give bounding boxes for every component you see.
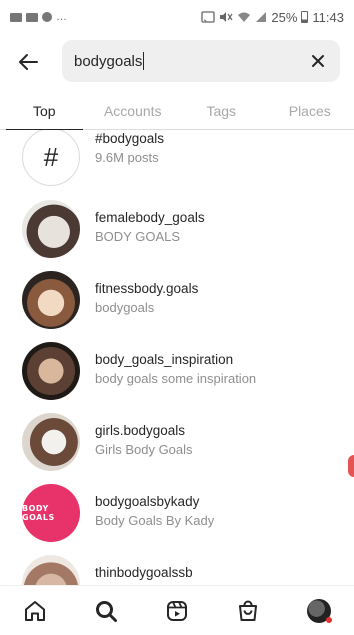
result-subtitle: 9.6M posts: [95, 150, 159, 165]
account-avatar: [22, 413, 80, 471]
search-results-list: # #bodygoals 9.6M posts femalebody_goals…: [0, 130, 354, 585]
result-row-account[interactable]: girls.bodygoals Girls Body Goals: [0, 407, 354, 477]
gallery-notification-icon: [10, 12, 22, 22]
status-left-icons: …: [10, 11, 67, 23]
nav-reels-button[interactable]: [157, 591, 197, 631]
tab-top[interactable]: Top: [0, 92, 89, 130]
more-notifications-icon: …: [56, 11, 67, 23]
reels-icon: [166, 600, 187, 621]
battery-icon: [301, 11, 309, 23]
result-subtitle: BODY GOALS: [95, 229, 181, 244]
clock: 11:43: [312, 9, 344, 25]
account-avatar: BODY GOALS: [22, 484, 80, 542]
nav-home-button[interactable]: [15, 591, 55, 631]
clear-search-button[interactable]: [302, 45, 334, 77]
result-title: thinbodygoalssb: [95, 565, 193, 580]
battery-percent: 25%: [271, 9, 298, 25]
home-icon: [25, 600, 46, 621]
result-title: #bodygoals: [95, 131, 165, 146]
search-input[interactable]: bodygoals: [62, 40, 340, 82]
floating-indicator[interactable]: [348, 455, 354, 477]
nav-shop-button[interactable]: [228, 591, 268, 631]
signal-icon: [255, 11, 267, 23]
account-avatar: [22, 271, 80, 329]
status-right-icons: 25% 11:43: [201, 10, 344, 25]
result-subtitle: bodygoals: [95, 300, 155, 315]
arrow-left-icon: [19, 54, 38, 70]
search-header: bodygoals: [0, 40, 354, 84]
result-title: fitnessbody.goals: [95, 281, 199, 296]
avatar-logo-text: BODY GOALS: [22, 504, 55, 522]
tab-tags[interactable]: Tags: [177, 92, 266, 129]
account-avatar: [22, 342, 80, 400]
account-avatar: [22, 555, 80, 585]
result-row-account[interactable]: BODY GOALS bodygoalsbykady Body Goals By…: [0, 478, 354, 548]
result-title: femalebody_goals: [95, 210, 205, 225]
result-row-account[interactable]: fitnessbody.goals bodygoals: [0, 265, 354, 335]
bottom-navigation: [0, 585, 354, 635]
result-row-account[interactable]: femalebody_goals BODY GOALS: [0, 194, 354, 264]
tab-accounts[interactable]: Accounts: [89, 92, 178, 129]
nav-search-button[interactable]: [86, 591, 126, 631]
result-subtitle: Girls Body Goals: [95, 442, 193, 457]
app-notification-icon: [42, 12, 52, 22]
close-icon: [312, 55, 324, 67]
video-notification-icon: [26, 12, 38, 22]
back-button[interactable]: [0, 40, 56, 84]
search-icon: [96, 600, 118, 622]
nav-profile-button[interactable]: [299, 591, 339, 631]
result-title: body_goals_inspiration: [95, 352, 234, 367]
text-cursor: [143, 52, 145, 70]
tab-places[interactable]: Places: [266, 92, 354, 129]
result-subtitle: body goals some inspiration: [95, 371, 257, 386]
wifi-icon: [237, 11, 251, 23]
account-avatar: [22, 200, 80, 258]
search-tabs: Top Accounts Tags Places: [0, 92, 354, 130]
result-title: girls.bodygoals: [95, 423, 186, 438]
profile-avatar: [306, 598, 332, 623]
hashtag-icon: #: [22, 130, 80, 186]
result-row-hashtag[interactable]: # #bodygoals 9.6M posts: [0, 130, 354, 192]
result-title: bodygoalsbykady: [95, 494, 200, 509]
result-row-account[interactable]: thinbodygoalssb: [0, 549, 354, 585]
status-bar: … 25% 11:43: [0, 0, 354, 34]
result-row-account[interactable]: body_goals_inspiration body goals some i…: [0, 336, 354, 406]
mute-icon: [219, 11, 233, 23]
shop-icon: [238, 600, 257, 621]
result-subtitle: Body Goals By Kady: [95, 513, 215, 528]
search-query[interactable]: bodygoals: [74, 53, 142, 70]
cast-icon: [201, 11, 216, 23]
